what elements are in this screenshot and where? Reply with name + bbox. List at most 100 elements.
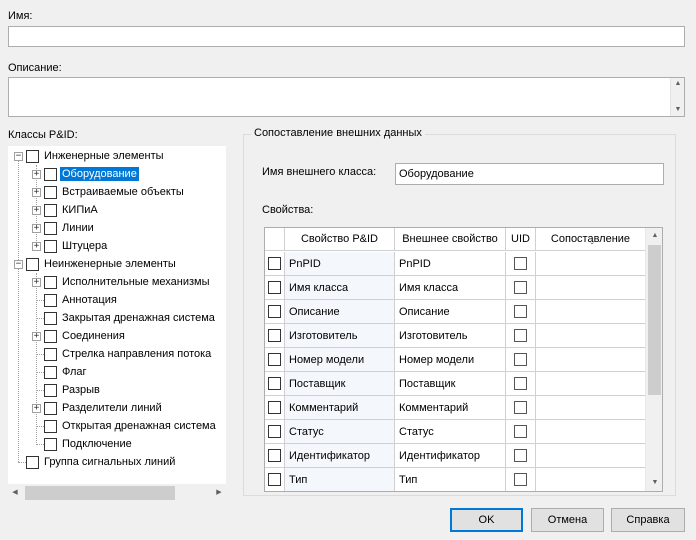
grid-row[interactable]: Изготовитель Изготовитель [265, 324, 646, 348]
tree-node-checkbox[interactable] [44, 437, 57, 451]
expand-icon[interactable]: + [32, 205, 41, 215]
grid-cell-mapping[interactable] [536, 396, 646, 420]
row-select-checkbox[interactable] [268, 449, 281, 462]
grid-cell-pid-property[interactable]: Тип [285, 468, 395, 491]
expand-icon[interactable]: + [32, 403, 41, 413]
grid-cell-mapping[interactable] [536, 300, 646, 324]
tree-node-checkbox[interactable] [44, 311, 57, 325]
tree-node-checkbox[interactable] [44, 239, 57, 253]
grid-cell-external-property[interactable]: Идентификатор [395, 444, 506, 468]
grid-cell-select[interactable] [265, 372, 285, 396]
tree-node[interactable]: Подключение [32, 435, 134, 453]
uid-checkbox[interactable] [514, 425, 527, 438]
uid-checkbox[interactable] [514, 377, 527, 390]
collapse-icon[interactable]: − [14, 259, 23, 269]
grid-row[interactable]: Описание Описание [265, 300, 646, 324]
grid-cell-select[interactable] [265, 420, 285, 444]
scroll-up-icon[interactable]: ▲ [671, 78, 685, 90]
grid-header-select[interactable] [265, 228, 285, 251]
grid-row[interactable]: Статус Статус [265, 420, 646, 444]
scroll-down-icon[interactable]: ▼ [648, 477, 662, 489]
grid-cell-mapping[interactable] [536, 420, 646, 444]
uid-checkbox[interactable] [514, 353, 527, 366]
row-select-checkbox[interactable] [268, 305, 281, 318]
grid-cell-select[interactable] [265, 468, 285, 491]
row-select-checkbox[interactable] [268, 425, 281, 438]
tree-node-checkbox[interactable] [44, 203, 57, 217]
expand-icon[interactable]: + [32, 277, 41, 287]
description-scrollbar[interactable]: ▲ ▼ [670, 78, 684, 116]
tree-node[interactable]: Группа сигнальных линий [14, 453, 177, 471]
grid-cell-external-property[interactable]: Описание [395, 300, 506, 324]
tree-node-checkbox[interactable] [26, 257, 39, 271]
grid-cell-external-property[interactable]: PnPID [395, 252, 506, 276]
name-input[interactable] [8, 26, 685, 47]
tree-node[interactable]: Разрыв [32, 381, 102, 399]
uid-checkbox[interactable] [514, 473, 527, 486]
tree-node[interactable]: Стрелка направления потока [32, 345, 213, 363]
grid-cell-pid-property[interactable]: Имя класса [285, 276, 395, 300]
grid-cell-pid-property[interactable]: Номер модели [285, 348, 395, 372]
expand-icon[interactable]: + [32, 187, 41, 197]
grid-cell-pid-property[interactable]: Описание [285, 300, 395, 324]
tree-node-checkbox[interactable] [44, 185, 57, 199]
uid-checkbox[interactable] [514, 281, 527, 294]
scroll-up-icon[interactable]: ▲ [648, 230, 662, 242]
uid-checkbox[interactable] [514, 401, 527, 414]
grid-cell-uid[interactable] [506, 324, 536, 348]
tree-node[interactable]: + Штуцера [32, 237, 109, 255]
tree-node[interactable]: Открытая дренажная система [32, 417, 218, 435]
tree-node-checkbox[interactable] [26, 455, 39, 469]
collapse-icon[interactable]: − [14, 151, 23, 161]
grid-cell-external-property[interactable]: Комментарий [395, 396, 506, 420]
row-select-checkbox[interactable] [268, 257, 281, 270]
expand-icon[interactable]: + [32, 241, 41, 251]
grid-scroll-thumb[interactable] [648, 245, 661, 395]
expand-icon[interactable]: + [32, 331, 41, 341]
grid-cell-uid[interactable] [506, 300, 536, 324]
grid-cell-select[interactable] [265, 444, 285, 468]
tree-node-checkbox[interactable] [44, 401, 57, 415]
tree-node-checkbox[interactable] [44, 293, 57, 307]
tree-node[interactable]: − Неинженерные элементы [14, 255, 178, 273]
grid-cell-mapping[interactable] [536, 252, 646, 276]
grid-header-mapping[interactable]: Сопоставление [536, 228, 646, 253]
description-input[interactable]: ▲ ▼ [8, 77, 685, 117]
uid-checkbox[interactable] [514, 449, 527, 462]
grid-cell-uid[interactable] [506, 348, 536, 372]
grid-cell-external-property[interactable]: Номер модели [395, 348, 506, 372]
tree-node-checkbox[interactable] [44, 347, 57, 361]
grid-cell-uid[interactable] [506, 444, 536, 468]
tree-node[interactable]: + Разделители линий [32, 399, 164, 417]
grid-vertical-scrollbar[interactable]: ▲ ▼ [645, 228, 662, 491]
grid-cell-select[interactable] [265, 396, 285, 420]
grid-cell-external-property[interactable]: Имя класса [395, 276, 506, 300]
external-class-input[interactable]: Оборудование [395, 163, 664, 185]
properties-grid[interactable]: Свойство P&ID Внешнее свойство UID Сопос… [264, 227, 663, 492]
grid-cell-mapping[interactable] [536, 372, 646, 396]
grid-cell-mapping[interactable] [536, 276, 646, 300]
grid-cell-mapping[interactable] [536, 468, 646, 491]
grid-cell-external-property[interactable]: Поставщик [395, 372, 506, 396]
tree-node[interactable]: Флаг [32, 363, 89, 381]
tree-node[interactable]: + Оборудование [32, 165, 139, 183]
tree-node[interactable]: − Инженерные элементы [14, 147, 166, 165]
expand-icon[interactable]: + [32, 223, 41, 233]
tree-node-checkbox[interactable] [44, 329, 57, 343]
grid-cell-uid[interactable] [506, 252, 536, 276]
tree-node-checkbox[interactable] [44, 419, 57, 433]
grid-row[interactable]: Тип Тип [265, 468, 646, 491]
grid-cell-select[interactable] [265, 348, 285, 372]
grid-row[interactable]: Номер модели Номер модели [265, 348, 646, 372]
ok-button[interactable]: OK [450, 508, 523, 532]
uid-checkbox[interactable] [514, 257, 527, 270]
grid-row[interactable]: PnPID PnPID [265, 252, 646, 276]
grid-cell-uid[interactable] [506, 276, 536, 300]
tree-node[interactable]: Аннотация [32, 291, 119, 309]
tree-node[interactable]: + Встраиваемые объекты [32, 183, 186, 201]
grid-cell-external-property[interactable]: Изготовитель [395, 324, 506, 348]
grid-cell-pid-property[interactable]: Идентификатор [285, 444, 395, 468]
row-select-checkbox[interactable] [268, 281, 281, 294]
scroll-down-icon[interactable]: ▼ [671, 104, 685, 116]
scroll-left-icon[interactable]: ◀ [8, 487, 22, 499]
